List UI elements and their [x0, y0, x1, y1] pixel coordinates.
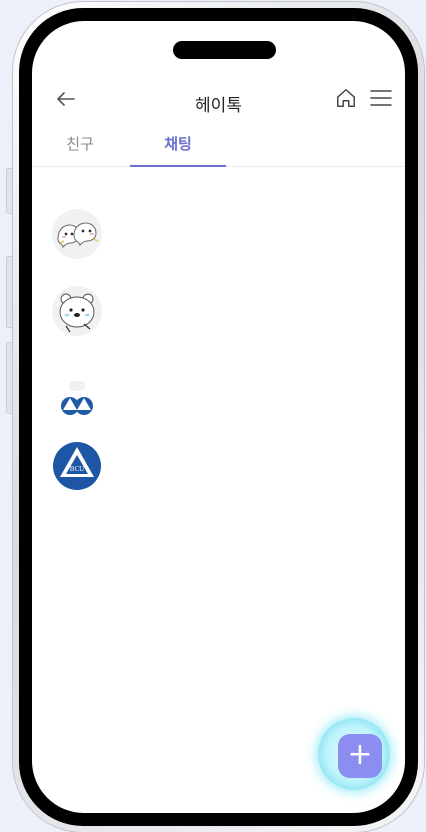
hamburger-menu-icon[interactable]	[369, 87, 393, 109]
bcu-logo-avatar: BCU	[52, 441, 102, 491]
home-icon[interactable]	[335, 87, 357, 109]
app-header: 헤이톡	[32, 81, 405, 121]
tab-friends[interactable]: 친구	[60, 133, 100, 166]
chat-list-item[interactable]	[52, 286, 352, 338]
dynamic-island	[173, 41, 276, 59]
svg-text:BCU: BCU	[70, 465, 84, 473]
phone-bezel: 헤이톡 친구 채팅 BCU	[19, 8, 418, 826]
bear-sticker-avatar	[52, 286, 102, 336]
ghost-sticker-avatar	[52, 209, 102, 259]
phone-frame: 헤이톡 친구 채팅 BCU	[13, 2, 424, 832]
tab-chat[interactable]: 채팅	[130, 133, 226, 167]
app-screen: 헤이톡 친구 채팅 BCU	[32, 21, 405, 813]
chat-list-item[interactable]	[52, 209, 352, 261]
chat-list-item[interactable]	[52, 373, 352, 425]
chat-list-item[interactable]: BCU	[52, 441, 352, 493]
new-chat-button[interactable]: +	[338, 734, 382, 778]
tab-bar: 친구 채팅	[32, 133, 405, 167]
bcu-two-logos-avatar	[52, 373, 102, 423]
